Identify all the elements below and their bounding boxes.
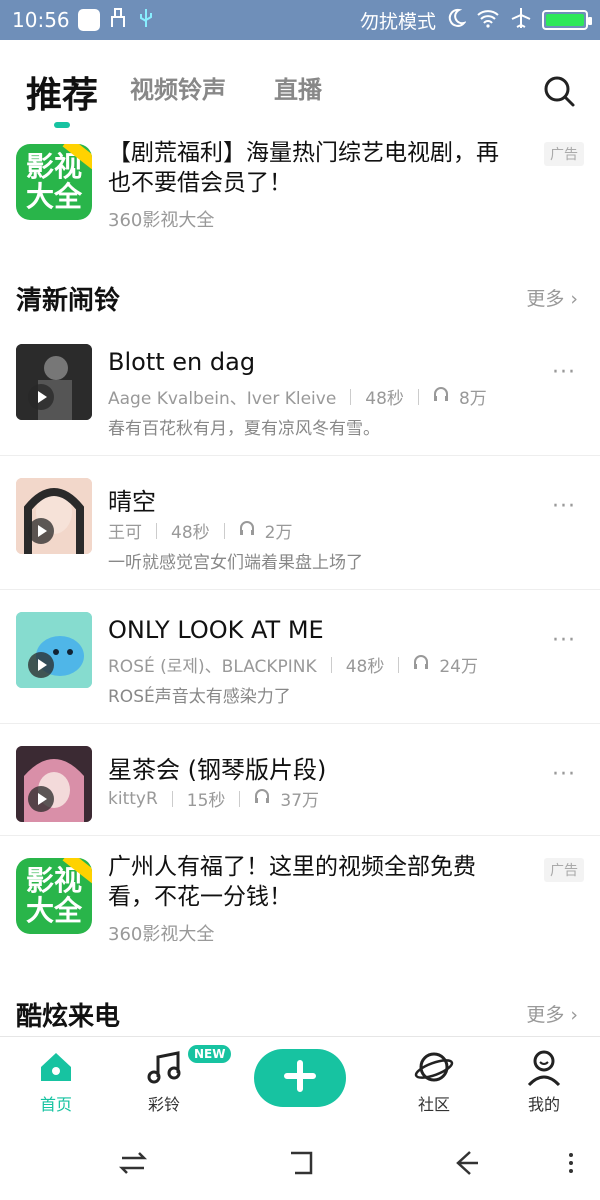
list-item[interactable]: ONLY LOOK AT ME ROSÉ (로제)、BLACKPINK 48秒 … [0, 592, 600, 724]
more-link[interactable]: 更多 › [526, 1000, 578, 1027]
chevron-right-icon: › [570, 288, 578, 310]
headphone-icon [254, 788, 270, 809]
song-meta: Aage Kvalbein、Iver Kleive 48秒 8万 [108, 384, 487, 409]
switch-icon[interactable] [118, 1148, 148, 1178]
app-notification-icon [77, 9, 100, 31]
song-meta: ROSÉ (로제)、BLACKPINK 48秒 24万 [108, 652, 478, 677]
section-title: 清新闹铃 [16, 286, 121, 316]
user-icon [524, 1047, 564, 1087]
tab-recommend[interactable]: 推荐 [26, 66, 98, 118]
list-item[interactable]: 晴空 王可 48秒 2万 一听就感觉宫女们端着果盘上场了 ··· [0, 458, 600, 590]
more-options-icon[interactable]: ··· [552, 494, 576, 519]
section-header: 清新闹铃 更多 › [0, 280, 600, 320]
airplane-icon [510, 7, 532, 34]
system-nav-bar [0, 1128, 600, 1200]
tab-indicator [54, 122, 70, 128]
song-cover[interactable] [16, 746, 92, 822]
headphone-icon [239, 520, 255, 541]
headphone-icon [433, 386, 449, 407]
feed[interactable]: 影视 大全 【剧荒福利】海量热门综艺电视剧，再也不要借会员了！ 360影视大全 … [0, 132, 600, 1036]
usb-icon [136, 7, 156, 34]
song-cover[interactable] [16, 478, 92, 554]
ad-source: 360影视大全 [108, 210, 215, 231]
nav-profile[interactable]: 我的 [504, 1047, 584, 1115]
new-badge: NEW [188, 1045, 232, 1063]
headphone-icon [413, 654, 429, 675]
section-header: 酷炫来电 更多 › [0, 996, 600, 1036]
song-title: 星茶会 (钢琴版片段) [108, 756, 327, 784]
dnd-label: 勿扰模式 [359, 10, 436, 33]
create-button[interactable] [254, 1049, 346, 1107]
section-title: 酷炫来电 [16, 1002, 121, 1032]
search-icon[interactable] [542, 74, 576, 108]
song-cover[interactable] [16, 344, 92, 420]
nav-community[interactable]: 社区 [394, 1047, 474, 1115]
ad-title: 广州人有福了！这里的视频全部免费看，不花一分钱！ [108, 854, 476, 910]
back-icon[interactable] [452, 1148, 482, 1178]
song-title: ONLY LOOK AT ME [108, 616, 324, 644]
song-cover[interactable] [16, 612, 92, 688]
menu-icon[interactable] [556, 1148, 586, 1178]
song-title: Blott en dag [108, 348, 256, 376]
ad-tag: 广告 [544, 142, 584, 166]
tab-live[interactable]: 直播 [274, 70, 322, 105]
plus-icon [283, 1059, 317, 1097]
song-meta: 王可 48秒 2万 [108, 518, 292, 543]
tab-video-ringtone[interactable]: 视频铃声 [130, 70, 226, 105]
moon-icon [446, 8, 467, 33]
song-meta: kittyR 15秒 37万 [108, 788, 320, 812]
home-icon [36, 1047, 76, 1087]
list-item[interactable]: Blott en dag Aage Kvalbein、Iver Kleive 4… [0, 324, 600, 456]
more-options-icon[interactable]: ··· [552, 762, 576, 787]
bottom-nav: 首页 彩铃 NEW 社区 我的 [0, 1036, 600, 1128]
home-square-icon[interactable] [286, 1148, 316, 1178]
ad-card[interactable]: 影视 大全 广州人有福了！这里的视频全部免费看，不花一分钱！ 360影视大全 广… [0, 844, 600, 956]
ad-title: 【剧荒福利】海量热门综艺电视剧，再也不要借会员了！ [108, 140, 499, 196]
chevron-right-icon: › [570, 1004, 578, 1026]
wifi-icon [476, 8, 500, 33]
clean-notification-icon [108, 7, 128, 34]
ad-source: 360影视大全 [108, 924, 215, 945]
ad-card[interactable]: 影视 大全 【剧荒福利】海量热门综艺电视剧，再也不要借会员了！ 360影视大全 … [0, 132, 600, 244]
play-icon[interactable] [28, 518, 54, 544]
ad-tag: 广告 [544, 858, 584, 882]
song-desc: 春有百花秋有月，夏有凉风冬有雪。 [108, 419, 380, 439]
nav-home[interactable]: 首页 [16, 1047, 96, 1115]
more-link[interactable]: 更多 › [526, 284, 578, 311]
list-item[interactable]: 星茶会 (钢琴版片段) kittyR 15秒 37万 ··· [0, 726, 600, 836]
battery-icon [542, 10, 592, 30]
app-icon: 影视 大全 [16, 144, 92, 220]
more-options-icon[interactable]: ··· [552, 628, 576, 653]
song-desc: ROSÉ声音太有感染力了 [108, 687, 291, 707]
play-icon[interactable] [28, 652, 54, 678]
play-icon[interactable] [28, 786, 54, 812]
status-time: 10:56 [12, 8, 70, 32]
planet-icon [414, 1047, 454, 1087]
play-icon[interactable] [28, 384, 54, 410]
app-icon: 影视 大全 [16, 858, 92, 934]
more-options-icon[interactable]: ··· [552, 360, 576, 385]
song-desc: 一听就感觉宫女们端着果盘上场了 [108, 553, 363, 573]
top-tabs: 推荐 视频铃声 直播 [0, 40, 600, 132]
status-bar: 10:56 勿扰模式 [0, 0, 600, 40]
music-note-icon [144, 1047, 184, 1087]
song-title: 晴空 [108, 488, 156, 516]
